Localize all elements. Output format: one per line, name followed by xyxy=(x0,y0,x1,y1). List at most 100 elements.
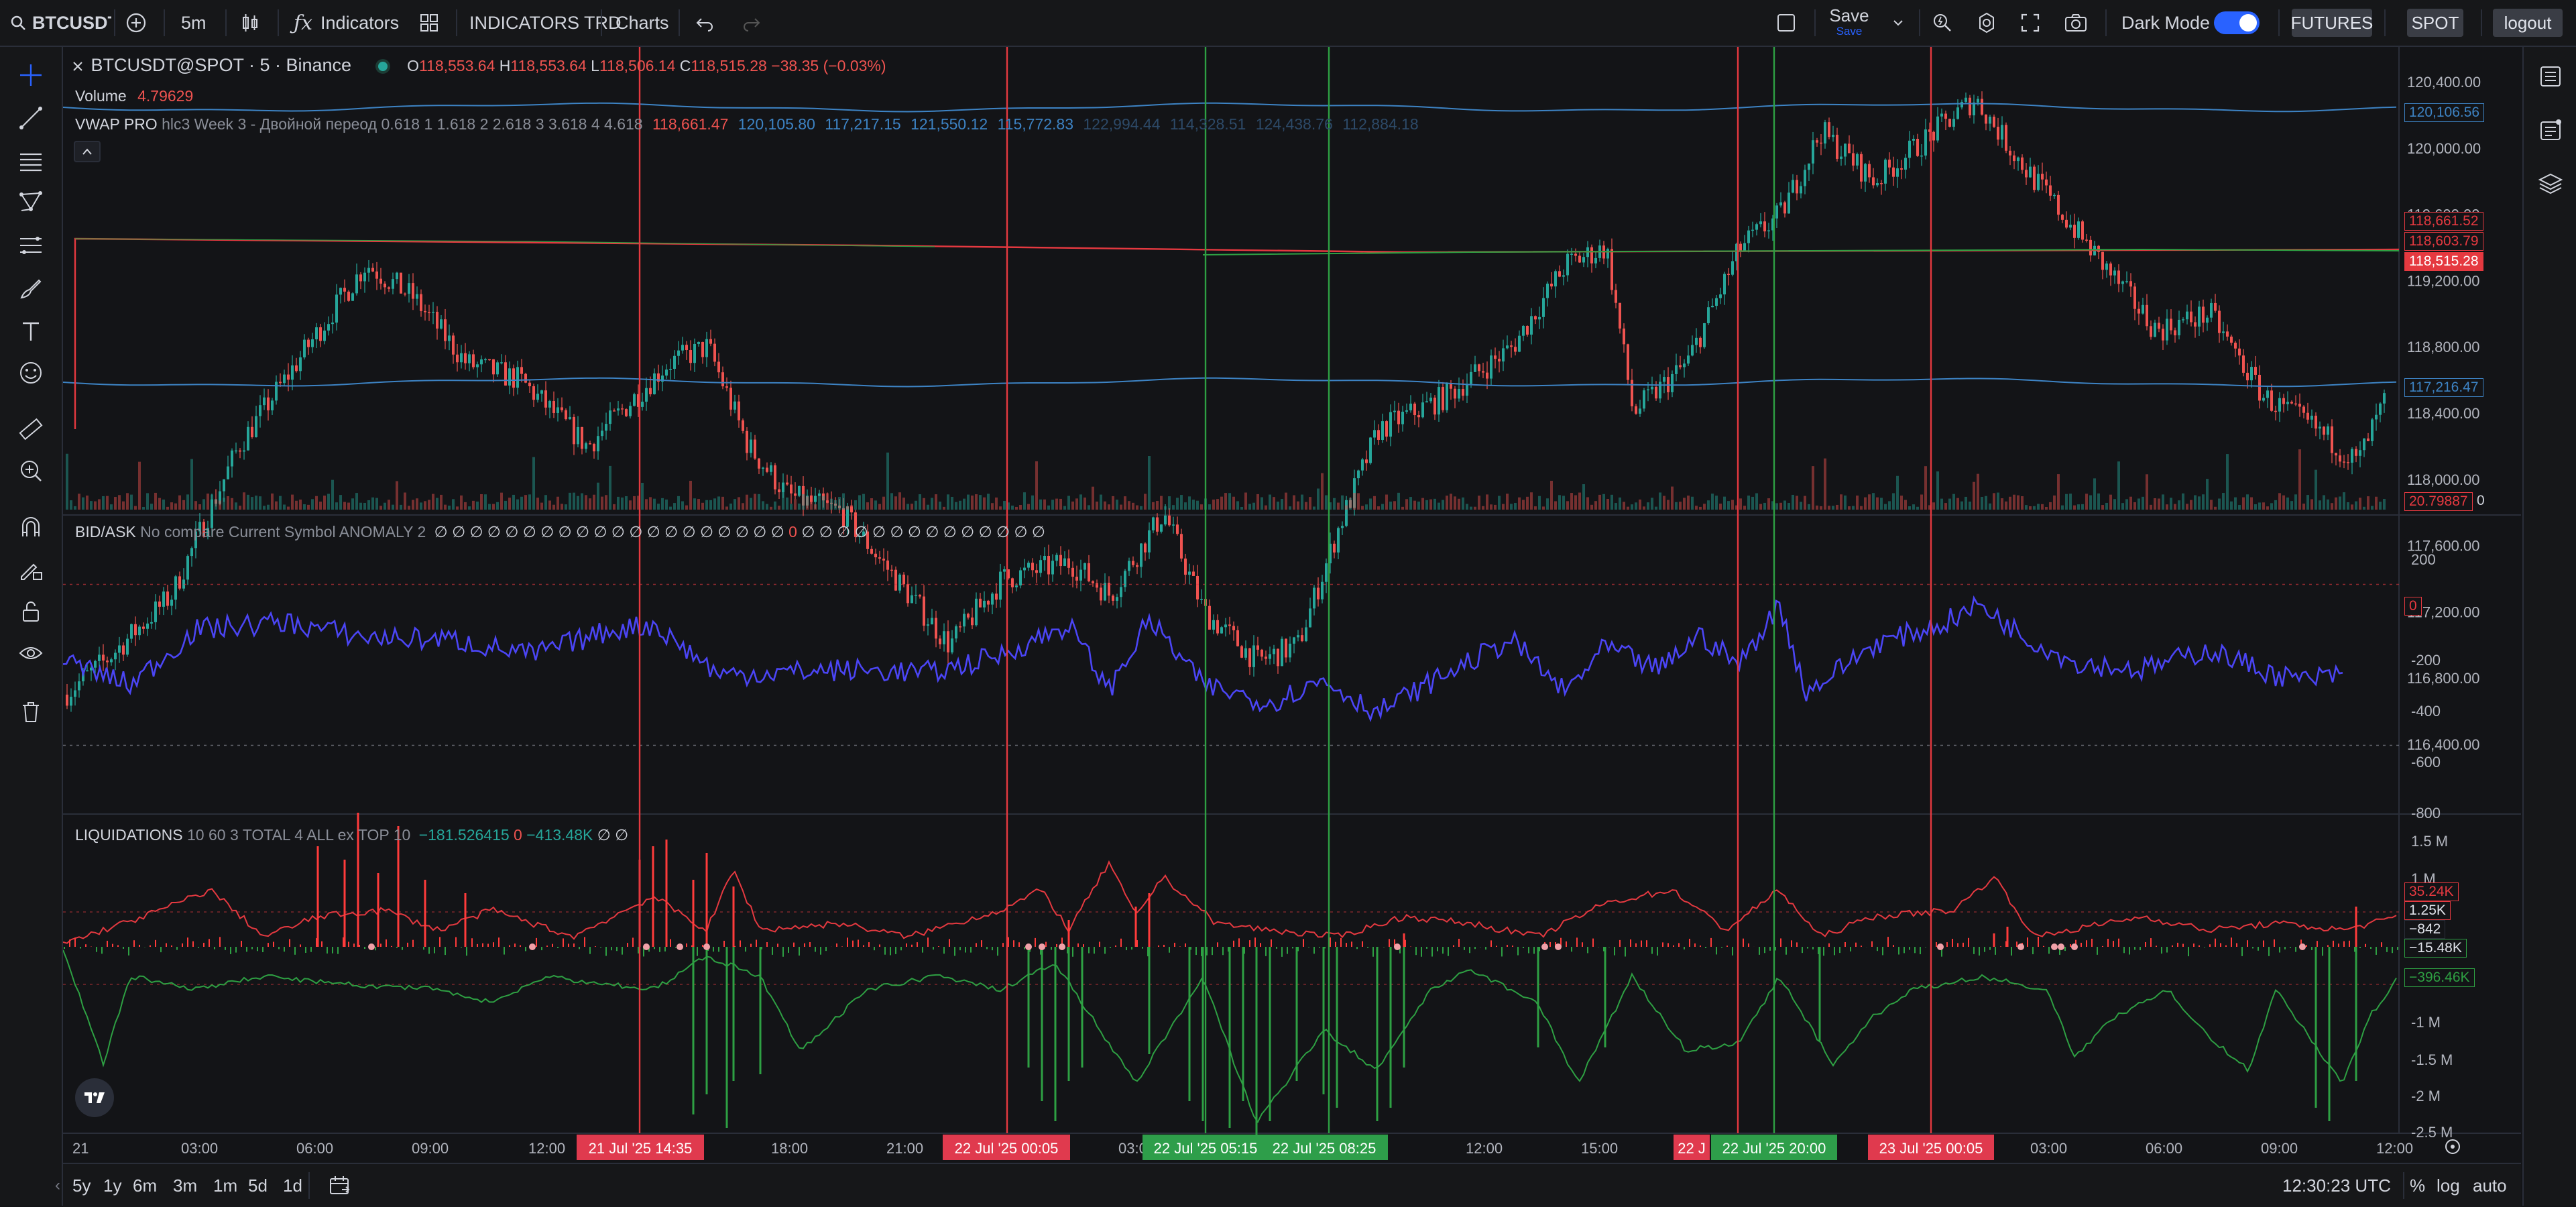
futures-button[interactable]: FUTURES xyxy=(2291,9,2373,37)
text-tool[interactable] xyxy=(13,314,48,349)
candle-body xyxy=(1948,119,1951,127)
volume-bar xyxy=(1393,501,1396,510)
remove-drawings-tool[interactable] xyxy=(13,695,48,730)
volume-bar xyxy=(2298,449,2301,510)
chart-type-button[interactable] xyxy=(239,0,261,46)
candle-body xyxy=(979,598,982,608)
trend-line-tool[interactable] xyxy=(13,101,48,135)
chart-area[interactable]: 120,400.00120,000.00119,600.00119,200.00… xyxy=(63,47,2521,1160)
volume-bar xyxy=(1627,506,1629,510)
pattern-tool[interactable] xyxy=(13,185,48,220)
candle-body xyxy=(1888,160,1891,168)
range-button-6m[interactable]: 6m xyxy=(133,1164,157,1207)
collapse-arrow-icon[interactable]: ‹ xyxy=(55,1164,60,1207)
dark-mode-toggle[interactable] xyxy=(2214,11,2260,34)
indicators-button[interactable]: ƒx Indicators xyxy=(294,0,399,46)
percent-scale-button[interactable]: % xyxy=(2410,1164,2425,1207)
volume-bar xyxy=(605,495,607,510)
range-button-1d[interactable]: 1d xyxy=(283,1164,302,1207)
ruler-tool[interactable] xyxy=(13,412,48,447)
magnet-tool[interactable] xyxy=(13,510,48,544)
volume-bar xyxy=(1345,505,1348,510)
volume-legend[interactable]: Volume 4.79629 xyxy=(75,87,193,105)
crosshair-tool[interactable] xyxy=(13,58,48,93)
candle-body xyxy=(2206,317,2209,323)
candle-body xyxy=(814,496,817,502)
candle-body xyxy=(122,645,125,655)
close-icon[interactable] xyxy=(71,60,84,73)
volume-bar xyxy=(1224,493,1227,510)
add-compare-button[interactable] xyxy=(125,0,148,46)
clock[interactable]: 12:30:23 UTC xyxy=(2282,1164,2391,1207)
candle-body xyxy=(351,293,354,301)
logout-button[interactable]: logout xyxy=(2493,9,2563,37)
volume-bar xyxy=(2315,469,2317,510)
time-tick-label: 09:00 xyxy=(2261,1140,2298,1157)
goto-date-button[interactable] xyxy=(329,1164,351,1207)
spot-button[interactable]: SPOT xyxy=(2407,9,2463,37)
save-button[interactable]: Save Save xyxy=(1829,5,1869,42)
emoji-tool[interactable] xyxy=(13,355,48,390)
lock-tool[interactable] xyxy=(13,594,48,629)
candle-body xyxy=(235,450,237,452)
volume-bar xyxy=(223,498,225,510)
edit-lock-tool[interactable] xyxy=(13,553,48,587)
candle-body xyxy=(1920,155,1923,157)
volume-bar xyxy=(420,502,422,510)
axis-settings-button[interactable] xyxy=(2443,1137,2462,1159)
tradingview-logo[interactable] xyxy=(75,1078,114,1117)
fullscreen-button[interactable] xyxy=(2019,0,2041,46)
alerts-button[interactable] xyxy=(2533,113,2568,148)
volume-bar xyxy=(1671,486,1674,510)
quick-search-button[interactable] xyxy=(1931,0,1954,46)
volume-bar xyxy=(1003,501,1006,510)
screenshot-button[interactable] xyxy=(2064,0,2088,46)
layers-button[interactable] xyxy=(2533,166,2568,201)
log-scale-button[interactable]: log xyxy=(2437,1164,2460,1207)
zoom-in-tool[interactable] xyxy=(13,453,48,488)
visibility-tool[interactable] xyxy=(13,636,48,671)
undo-button[interactable] xyxy=(695,0,715,46)
candle-body xyxy=(1027,563,1030,568)
volume-bar xyxy=(1651,498,1653,510)
auto-scale-button[interactable]: auto xyxy=(2473,1164,2507,1207)
symbol-search[interactable]: BTCUSDT xyxy=(9,0,111,46)
settings-button[interactable] xyxy=(1975,0,1998,46)
layout-button[interactable] xyxy=(418,0,440,46)
range-button-1m[interactable]: 1m xyxy=(213,1164,237,1207)
interval-button[interactable]: 5m xyxy=(181,0,207,46)
brush-tool[interactable] xyxy=(13,271,48,306)
range-button-5y[interactable]: 5y xyxy=(72,1164,91,1207)
fullscreen-toggle[interactable] xyxy=(1775,0,1797,46)
bidask-legend[interactable]: BID/ASK No compare Current Symbol ANOMAL… xyxy=(75,523,1045,541)
range-button-1y[interactable]: 1y xyxy=(103,1164,121,1207)
horizontal-lines-tool[interactable] xyxy=(13,143,48,178)
chart-canvas[interactable]: 120,400.00120,000.00119,600.00119,200.00… xyxy=(63,47,2521,1160)
candle-body xyxy=(1924,129,1927,156)
fib-tool[interactable] xyxy=(13,228,48,263)
candle-body xyxy=(1289,643,1291,658)
volume-bar xyxy=(343,502,346,510)
save-menu-button[interactable] xyxy=(1891,0,1906,46)
indicators-trd-button[interactable]: INDICATORS TRD xyxy=(469,0,622,46)
volume-bar xyxy=(2331,503,2333,510)
volume-zero-label: 0 xyxy=(2477,493,2485,508)
range-button-3m[interactable]: 3m xyxy=(173,1164,197,1207)
liquidations-legend[interactable]: LIQUIDATIONS 10 60 3 TOTAL 4 ALL ex TOP … xyxy=(75,826,628,844)
charts-button[interactable]: Charts xyxy=(616,0,669,46)
volume-bar xyxy=(1691,496,1694,510)
volume-bar xyxy=(995,497,998,510)
volume-bar xyxy=(1920,494,1923,510)
volume-bar xyxy=(1936,471,1939,510)
volume-bar xyxy=(1796,496,1798,510)
volume-bar xyxy=(2077,504,2080,510)
range-button-5d[interactable]: 5d xyxy=(248,1164,268,1207)
top-toolbar: BTCUSDT 5m ƒx Indicators INDICATORS TRD … xyxy=(0,0,2576,47)
collapse-legend-button[interactable] xyxy=(74,141,101,162)
volume-bar xyxy=(1104,501,1106,510)
candle-body xyxy=(1269,654,1271,659)
vwap-legend[interactable]: VWAP PRO hlc3 Week 3 - Двойной переод 0.… xyxy=(75,115,1419,133)
redo-button[interactable] xyxy=(742,0,762,46)
volume-bar xyxy=(1349,498,1352,510)
watchlist-button[interactable] xyxy=(2533,59,2568,94)
